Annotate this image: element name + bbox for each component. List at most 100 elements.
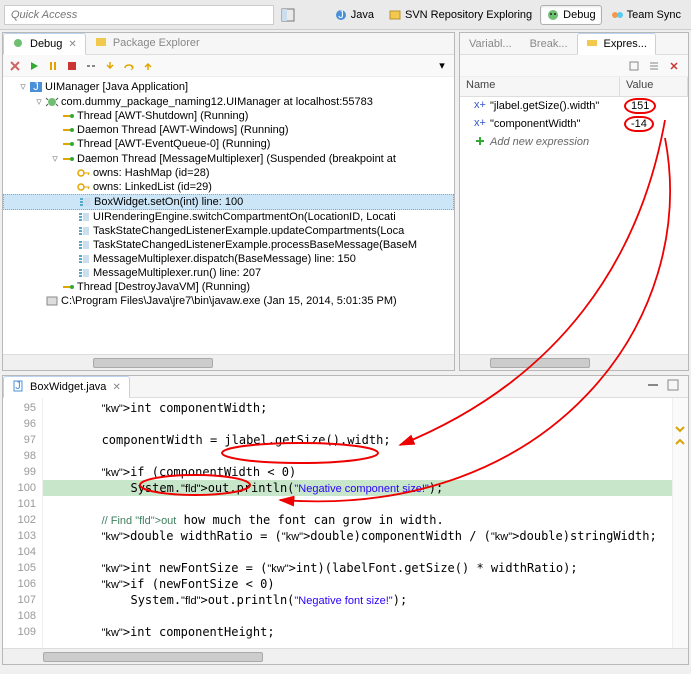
editor-tab-label: BoxWidget.java (30, 381, 106, 393)
tree-row[interactable]: owns: HashMap (id=28) (3, 166, 454, 180)
tree-row[interactable]: Thread [AWT-Shutdown] (Running) (3, 109, 454, 123)
code-line[interactable]: System."fld">out.println("Negative font … (43, 592, 672, 608)
tree-label: com.dummy_package_naming12.UIManager at … (61, 96, 373, 108)
prev-annotation-icon[interactable] (673, 438, 687, 450)
col-name[interactable]: Name (460, 77, 620, 96)
twisty-icon[interactable]: ▿ (33, 95, 45, 108)
expression-icon: x+y (474, 99, 488, 113)
perspective-svn-label: SVN Repository Exploring (405, 9, 532, 21)
code-line[interactable] (43, 496, 672, 512)
step-into-icon[interactable] (102, 58, 118, 74)
code-line[interactable]: componentWidth = jlabel.getSize().width; (43, 432, 672, 448)
tab-debug[interactable]: Debug✕ (3, 33, 86, 55)
tree-label: BoxWidget.setOn(int) line: 100 (94, 196, 243, 208)
add-icon (474, 135, 488, 149)
perspective-svn[interactable]: SVN Repository Exploring (382, 5, 538, 25)
remove-terminated-icon[interactable] (7, 58, 23, 74)
perspective-debug[interactable]: Debug (540, 5, 601, 25)
tree-label: UIRenderingEngine.switchCompartmentOn(Lo… (93, 211, 396, 223)
svg-text:x+y: x+y (474, 117, 486, 129)
line-number: 103 (5, 528, 36, 544)
editor-tabs: J BoxWidget.java ✕ (3, 376, 688, 398)
twisty-icon[interactable]: ▿ (49, 152, 61, 165)
add-expression-row[interactable]: Add new expression (460, 133, 688, 151)
tab-boxwidget-java[interactable]: J BoxWidget.java ✕ (3, 376, 130, 398)
perspective-team-sync[interactable]: Team Sync (604, 5, 687, 25)
tree-row[interactable]: ▿Daemon Thread [MessageMultiplexer] (Sus… (3, 151, 454, 166)
sf-icon (77, 267, 91, 279)
suspend-icon[interactable] (45, 58, 61, 74)
perspective-java[interactable]: JJava (328, 5, 380, 25)
remove-expression-icon[interactable] (666, 58, 682, 74)
tree-row[interactable]: MessageMultiplexer.run() line: 207 (3, 266, 454, 280)
tree-row[interactable]: MessageMultiplexer.dispatch(BaseMessage)… (3, 252, 454, 266)
line-number-ruler[interactable]: 9596979899100101102103104105106107108109 (3, 398, 43, 648)
code-line[interactable] (43, 544, 672, 560)
tree-row[interactable]: BoxWidget.setOn(int) line: 100 (3, 194, 454, 210)
debug-scrollbar[interactable] (3, 354, 454, 370)
tree-row[interactable]: UIRenderingEngine.switchCompartmentOn(Lo… (3, 210, 454, 224)
quick-access-input[interactable] (4, 5, 274, 25)
overview-ruler[interactable] (672, 398, 688, 648)
line-number: 97 (5, 432, 36, 448)
code-area[interactable]: "kw">int componentWidth; componentWidth … (43, 398, 672, 648)
key-icon (77, 167, 91, 179)
line-number: 102 (5, 512, 36, 528)
step-return-icon[interactable] (140, 58, 156, 74)
tree-row[interactable]: ▿JUIManager [Java Application] (3, 79, 454, 94)
line-number: 109 (5, 624, 36, 640)
code-line[interactable]: // Find "fld">out how much the font can … (43, 512, 672, 528)
minimize-icon[interactable] (646, 378, 662, 394)
col-value[interactable]: Value (620, 77, 688, 96)
tree-label: TaskStateChangedListenerExample.processB… (93, 239, 417, 251)
tree-row[interactable]: TaskStateChangedListenerExample.processB… (3, 238, 454, 252)
code-line[interactable]: "kw">int componentWidth; (43, 400, 672, 416)
tree-row[interactable]: TaskStateChangedListenerExample.updateCo… (3, 224, 454, 238)
terminate-icon[interactable] (64, 58, 80, 74)
tree-row[interactable]: ▿ com.dummy_package_naming12.UIManager at… (3, 94, 454, 109)
tab-expressions[interactable]: Expres... (577, 33, 656, 55)
code-line[interactable] (43, 448, 672, 464)
tree-label: TaskStateChangedListenerExample.updateCo… (93, 225, 404, 237)
step-over-icon[interactable] (121, 58, 137, 74)
tree-row[interactable]: owns: LinkedList (id=29) (3, 180, 454, 194)
code-line[interactable]: "kw">int componentHeight; (43, 624, 672, 640)
twisty-icon[interactable]: ▿ (17, 80, 29, 93)
debug-tree[interactable]: ▿JUIManager [Java Application]▿com.dummy… (3, 77, 454, 354)
close-icon[interactable]: ✕ (112, 382, 120, 393)
close-icon[interactable]: ✕ (68, 39, 76, 50)
tree-row[interactable]: Thread [DestroyJavaVM] (Running) (3, 280, 454, 294)
tree-label: UIManager [Java Application] (45, 81, 188, 93)
line-number: 105 (5, 560, 36, 576)
code-line[interactable]: System."fld">out.println("Negative compo… (43, 480, 672, 496)
editor-scrollbar[interactable] (3, 648, 688, 664)
expression-row[interactable]: x+y"componentWidth" -14 (460, 115, 688, 133)
code-line[interactable] (43, 608, 672, 624)
line-number: 106 (5, 576, 36, 592)
tree-row[interactable]: C:\Program Files\Java\jre7\bin\javaw.exe… (3, 294, 454, 308)
collapse-all-icon[interactable] (646, 58, 662, 74)
svg-text:J: J (15, 380, 21, 392)
expressions-body[interactable]: x+y"jlabel.getSize().width" 151 x+y"comp… (460, 97, 688, 354)
maximize-icon[interactable] (666, 378, 682, 394)
disconnect-icon[interactable] (83, 58, 99, 74)
expr-scrollbar[interactable] (460, 354, 688, 370)
tree-row[interactable]: Thread [AWT-EventQueue-0] (Running) (3, 137, 454, 151)
expression-row[interactable]: x+y"jlabel.getSize().width" 151 (460, 97, 688, 115)
expression-value: 151 (624, 98, 656, 114)
resume-icon[interactable] (26, 58, 42, 74)
tree-row[interactable]: Daemon Thread [AWT-Windows] (Running) (3, 123, 454, 137)
code-line[interactable]: "kw">if (newFontSize < 0) (43, 576, 672, 592)
code-line[interactable]: "kw">double widthRatio = ("kw">double)co… (43, 528, 672, 544)
open-perspective-icon[interactable] (280, 7, 296, 23)
tab-package-explorer[interactable]: Package Explorer (86, 32, 209, 54)
code-line[interactable]: "kw">if (componentWidth < 0) (43, 464, 672, 480)
code-line[interactable]: "kw">int newFontSize = ("kw">int)(labelF… (43, 560, 672, 576)
thr-icon (61, 124, 75, 136)
show-type-names-icon[interactable] (626, 58, 642, 74)
next-annotation-icon[interactable] (673, 425, 687, 437)
tab-breakpoints[interactable]: Break... (521, 34, 577, 54)
tab-variables[interactable]: Variabl... (460, 34, 521, 54)
code-line[interactable] (43, 416, 672, 432)
view-menu-icon[interactable]: ▾ (434, 58, 450, 74)
